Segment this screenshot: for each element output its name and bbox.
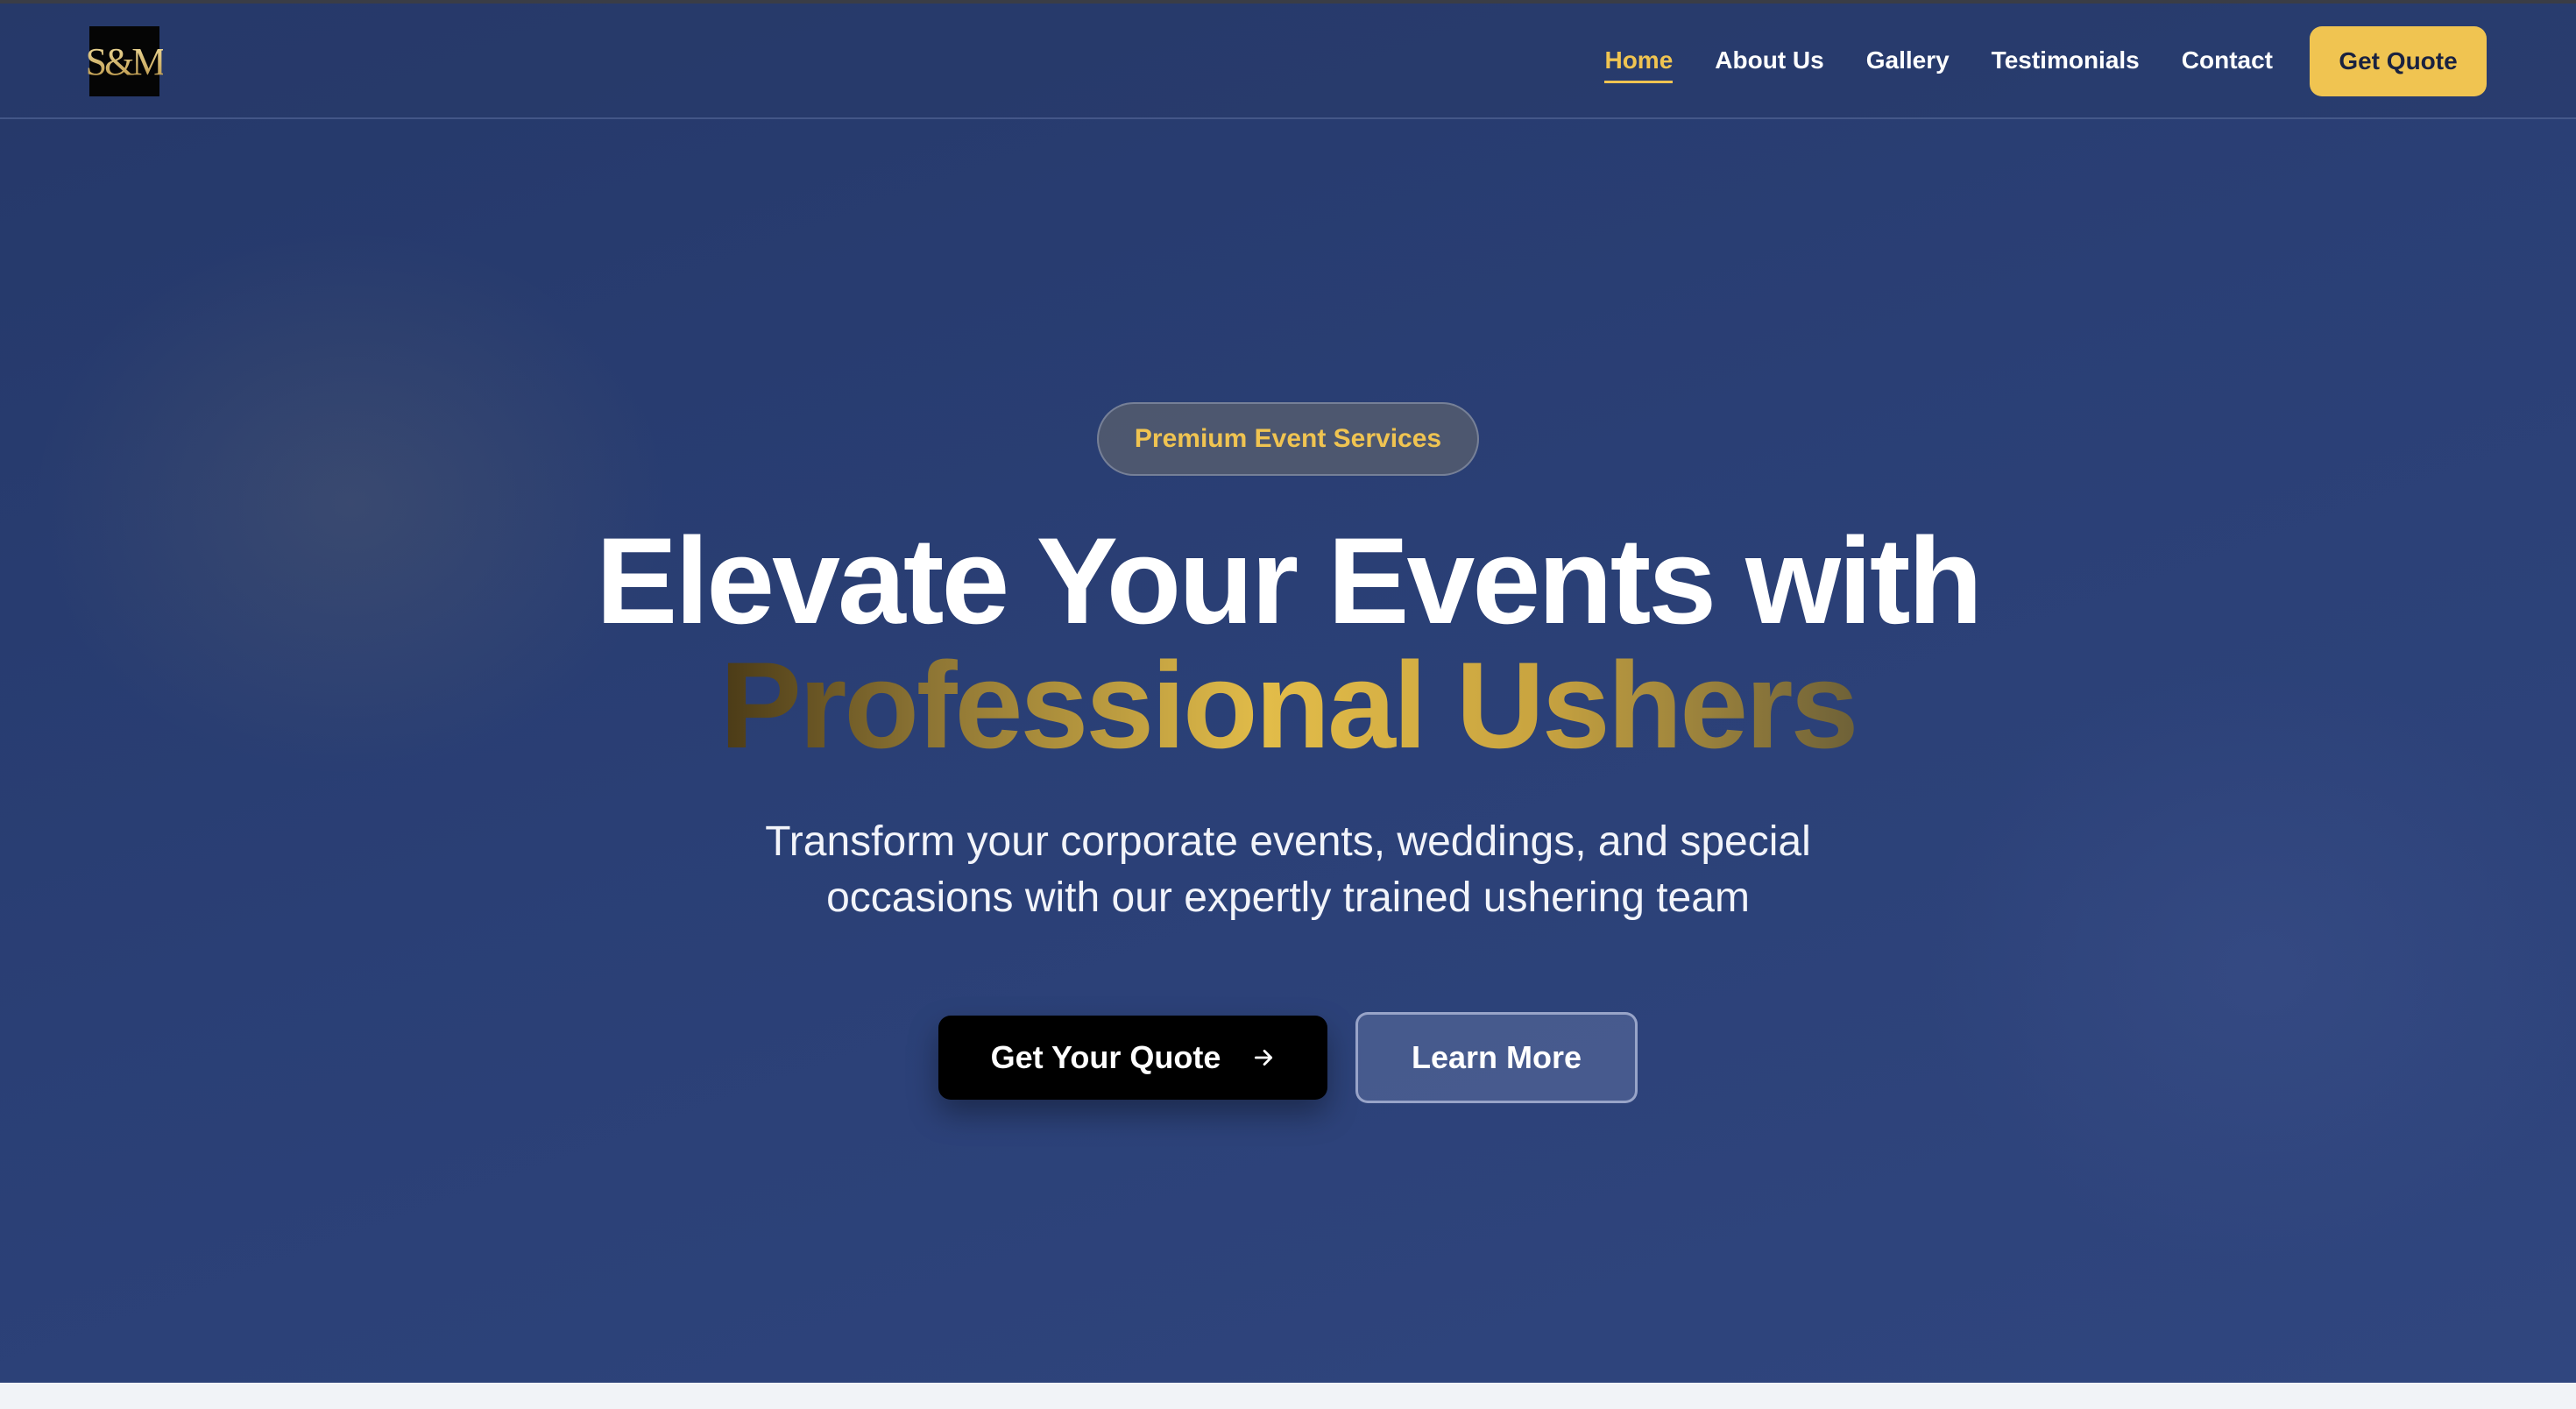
- next-section-edge: [0, 1383, 2576, 1409]
- hero-section: S&M Home About Us Gallery Testimonials C…: [0, 4, 2576, 1383]
- nav-link-testimonials[interactable]: Testimonials: [1992, 46, 2140, 74]
- hero-cta-row: Get Your Quote Learn More: [0, 1012, 2576, 1105]
- nav-links: Home About Us Gallery Testimonials Conta…: [1604, 4, 2273, 117]
- hero-headline-line-2: Professional Ushers: [719, 636, 1859, 774]
- nav-link-home[interactable]: Home: [1604, 46, 1673, 83]
- page: S&M Home About Us Gallery Testimonials C…: [0, 0, 2576, 1409]
- get-your-quote-button[interactable]: Get Your Quote: [938, 1016, 1327, 1100]
- get-quote-button[interactable]: Get Quote: [2310, 26, 2487, 96]
- navbar: S&M Home About Us Gallery Testimonials C…: [0, 4, 2576, 119]
- nav-link-gallery[interactable]: Gallery: [1866, 46, 1950, 74]
- hero-subtitle: Transform your corporate events, wedding…: [765, 818, 1811, 921]
- hero-headline-line-1: Elevate Your Events with: [595, 512, 1983, 649]
- premium-badge: Premium Event Services: [1097, 402, 1479, 476]
- brand-logo-text: S&M: [85, 39, 166, 83]
- nav-link-contact[interactable]: Contact: [2182, 46, 2273, 74]
- brand-logo[interactable]: S&M: [86, 26, 166, 96]
- get-your-quote-label: Get Your Quote: [990, 1039, 1221, 1075]
- arrow-right-icon: [1255, 1050, 1273, 1066]
- nav-link-about-us[interactable]: About Us: [1715, 46, 1823, 74]
- hero-headline: Elevate Your Events with Professional Us…: [0, 519, 2576, 768]
- learn-more-button[interactable]: Learn More: [1355, 1012, 1638, 1103]
